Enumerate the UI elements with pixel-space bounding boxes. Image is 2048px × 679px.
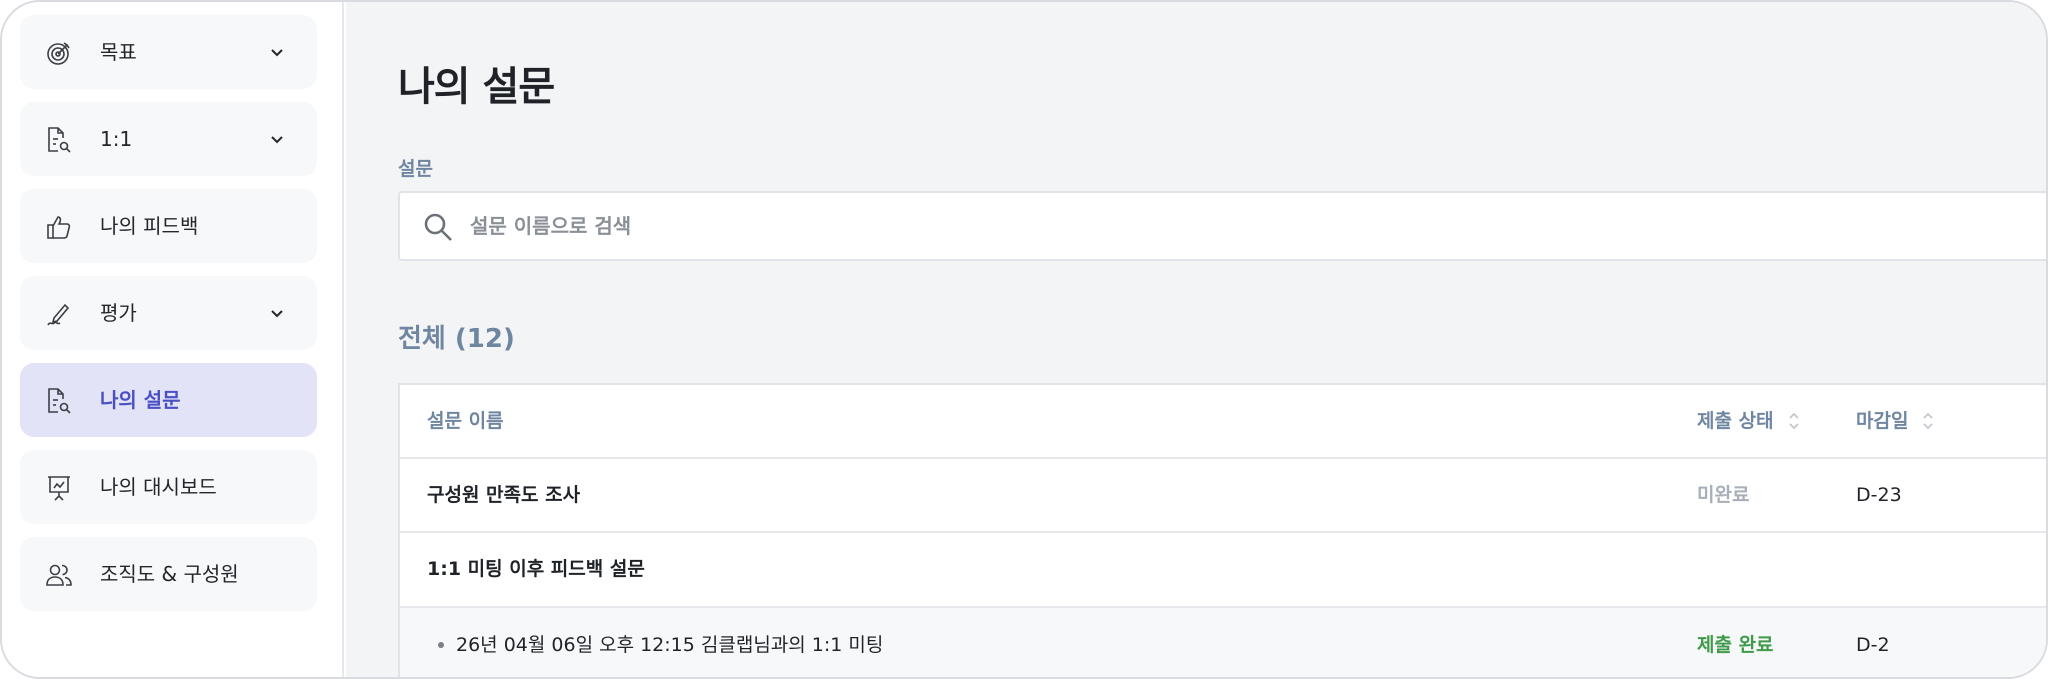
column-header-label: 제출 상태 [1697,410,1774,432]
chevron-down-icon[interactable] [269,44,285,60]
search-input[interactable] [470,193,1970,259]
due-date: D-2 [1856,634,1890,656]
chevron-down-icon[interactable] [269,305,285,321]
document-search-icon [46,388,72,414]
survey-name: 구성원 만족도 조사 [427,484,581,506]
app-window: 목표 1:1 나의 피드백 평가 나의 설문 나의 대시보드 조직도 & 구성원… [0,0,2048,679]
sidebar-item-label: 조직도 & 구성원 [100,562,239,586]
pen-signature-icon [46,301,72,327]
survey-count-title: 전체 (12) [398,324,515,354]
sidebar-item-label: 1:1 [100,127,133,151]
sidebar-item-label: 나의 대시보드 [100,475,217,499]
due-date: D-23 [1856,484,1902,506]
status-badge: 미완료 [1697,484,1750,506]
sidebar-item-label: 평가 [100,301,137,325]
sidebar: 목표 1:1 나의 피드백 평가 나의 설문 나의 대시보드 조직도 & 구성원 [2,2,344,677]
page-title: 나의 설문 [398,64,555,110]
users-icon [46,562,72,588]
sidebar-item-goals[interactable]: 목표 [20,15,317,89]
column-header-label: 설문 이름 [427,410,504,432]
target-icon [46,40,72,66]
table-row[interactable]: 26년 04월 06일 오후 12:15 김클랩님과의 1:1 미팅 제출 완료… [400,608,2046,677]
document-search-icon [46,127,72,153]
column-header-name: 설문 이름 [427,385,504,457]
search-box[interactable] [398,191,2046,261]
column-header-label: 마감일 [1856,410,1909,432]
search-field-label: 설문 [398,158,433,180]
table-row[interactable]: 1:1 미팅 이후 피드백 설문 [400,533,2046,608]
sidebar-item-label: 목표 [100,40,137,64]
chevron-down-icon[interactable] [269,131,285,147]
sidebar-item-one-on-one[interactable]: 1:1 [20,102,317,176]
sort-icon[interactable] [1788,411,1800,431]
main-content: 나의 설문 설문 전체 (12) 설문 이름 제출 상태 [346,2,2046,677]
sidebar-item-my-survey[interactable]: 나의 설문 [20,363,317,437]
sidebar-item-label: 나의 피드백 [100,214,199,238]
sidebar-item-org-members[interactable]: 조직도 & 구성원 [20,537,317,611]
sidebar-item-evaluation[interactable]: 평가 [20,276,317,350]
sidebar-item-my-feedback[interactable]: 나의 피드백 [20,189,317,263]
table-row[interactable]: 구성원 만족도 조사 미완료 D-23 [400,459,2046,533]
sidebar-item-label: 나의 설문 [100,388,181,412]
sidebar-item-my-dashboard[interactable]: 나의 대시보드 [20,450,317,524]
bullet-icon [438,642,444,648]
survey-name: 1:1 미팅 이후 피드백 설문 [427,558,645,580]
sort-icon[interactable] [1922,411,1934,431]
table-header: 설문 이름 제출 상태 마감일 [400,385,2046,459]
search-icon [422,211,454,243]
survey-table: 설문 이름 제출 상태 마감일 구성원 만족도 조사 미완료 D-23 1:1 … [398,383,2046,677]
survey-instance-name: 26년 04월 06일 오후 12:15 김클랩님과의 1:1 미팅 [456,634,884,656]
column-header-status[interactable]: 제출 상태 [1697,385,1800,457]
column-header-due[interactable]: 마감일 [1856,385,1934,457]
status-badge: 제출 완료 [1697,634,1774,656]
presentation-chart-icon [46,475,72,501]
thumbs-up-icon [46,214,72,240]
